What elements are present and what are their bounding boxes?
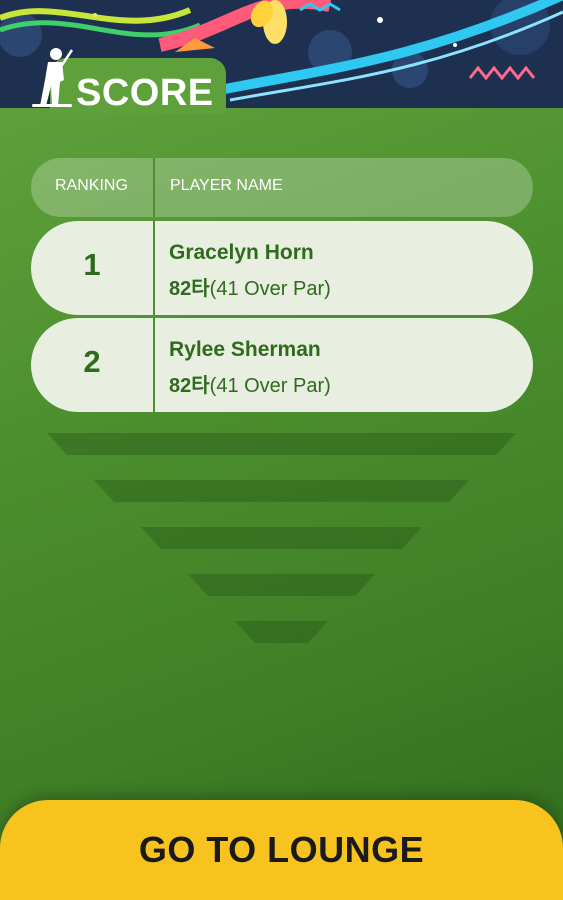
column-divider <box>153 158 155 217</box>
table-row: 1 Gracelyn Horn 82타(41 Over Par) <box>31 221 533 315</box>
page-title: SCORE <box>76 72 214 114</box>
stroke-count: 82타 <box>169 375 210 397</box>
ranking-column-header: RANKING <box>55 177 128 194</box>
stroke-count: 82타 <box>169 278 210 300</box>
golfer-icon <box>32 48 74 107</box>
go-to-lounge-button[interactable]: GO TO LOUNGE <box>0 800 563 900</box>
rank-number: 1 <box>83 247 101 282</box>
table-row: 2 Rylee Sherman 82타(41 Over Par) <box>31 318 533 412</box>
empty-slot <box>141 527 422 549</box>
rank-number: 2 <box>83 344 101 379</box>
row-divider <box>153 318 155 412</box>
player-name: Gracelyn Horn <box>169 241 314 264</box>
go-to-lounge-label: GO TO LOUNGE <box>138 829 425 870</box>
empty-slot <box>188 574 375 596</box>
player-name-column-header: PLAYER NAME <box>170 177 283 194</box>
player-name: Rylee Sherman <box>169 338 321 361</box>
empty-slot <box>47 433 516 455</box>
empty-slot <box>94 480 469 502</box>
row-divider <box>153 221 155 315</box>
player-score: 82타(41 Over Par) <box>169 369 331 398</box>
empty-rank-slots <box>47 433 516 643</box>
par-detail: (41 Over Par) <box>209 278 331 300</box>
empty-slot <box>235 621 328 643</box>
player-score: 82타(41 Over Par) <box>169 272 331 301</box>
par-detail: (41 Over Par) <box>209 375 331 397</box>
